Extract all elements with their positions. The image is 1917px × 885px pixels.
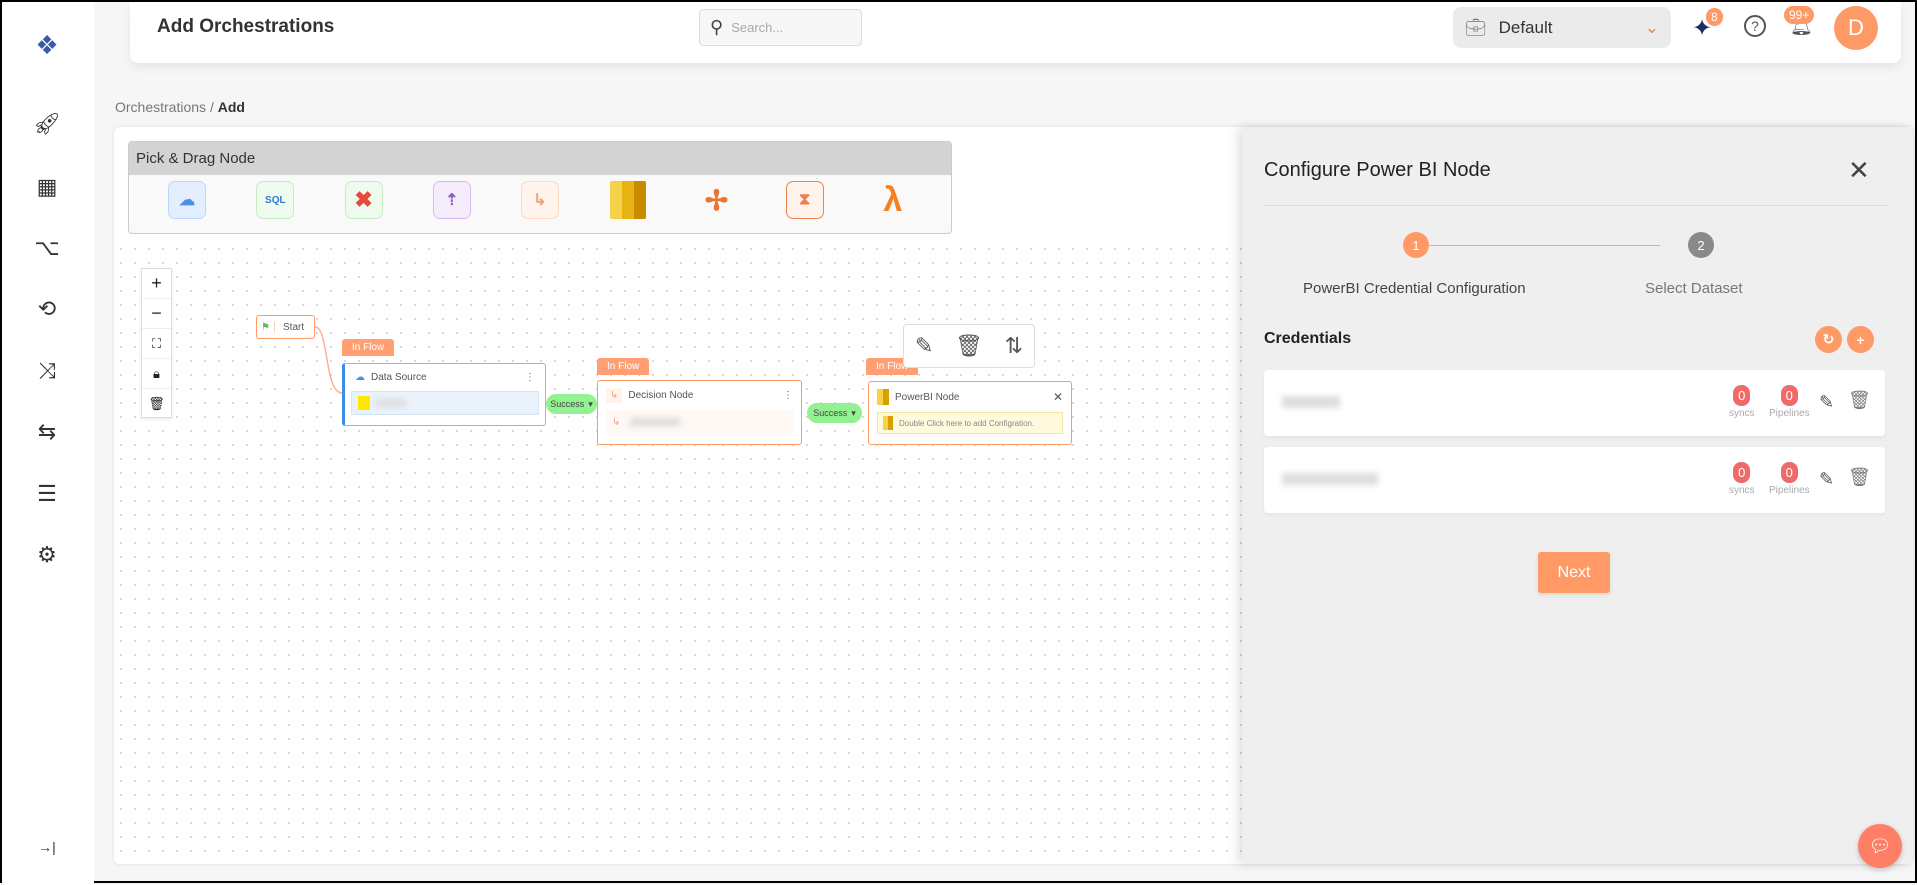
search-input[interactable]: ⚲ Search... (699, 9, 862, 46)
dashboard-icon[interactable]: ▦ (32, 172, 62, 202)
header: Add Orchestrations ⚲ Search... 💼︎ Defaul… (130, 2, 1901, 63)
stepper-line (1420, 245, 1660, 246)
start-label: Start (283, 321, 305, 333)
close-icon[interactable]: ✕ (1053, 390, 1063, 404)
more-icon[interactable]: ⋮ (525, 372, 535, 383)
syncs-count: 0 (1733, 462, 1751, 483)
help-icon[interactable]: ? (1744, 15, 1766, 37)
step-1[interactable]: 1 (1403, 232, 1429, 258)
list-icon[interactable]: ☰ (32, 479, 62, 509)
panel-title: Configure Power BI Node (1264, 159, 1491, 181)
briefcase-icon: 💼︎ (1465, 17, 1487, 37)
edit-icon[interactable]: ✎ (915, 333, 933, 359)
refresh-button[interactable]: ↻ (1815, 326, 1842, 353)
credentials-heading: Credentials (1264, 330, 1352, 347)
avatar[interactable]: D (1834, 6, 1878, 50)
search-placeholder: Search... (731, 20, 784, 35)
orchestration-editor: Pick & Drag Node ☁ SQL ✖ ⇡ ↳ ✢ ⧗ λ + − ⛶… (114, 127, 1913, 864)
syncs-count: 0 (1733, 385, 1751, 406)
sync-icon[interactable]: ⟲ (32, 294, 62, 324)
ai-badge: 8 (1706, 8, 1723, 26)
sidebar: ❖ 🚀︎ ▦ ⌥ ⟲ ⤨ ⇆ ☰ ⚙ →| (2, 2, 94, 885)
next-button[interactable]: Next (1538, 552, 1610, 593)
decision-node[interactable]: ↳ Decision Node ⋮ ↳ (597, 380, 802, 445)
syncs-label: syncs (1729, 485, 1755, 496)
powerbi-icon (883, 416, 893, 430)
data-source-node[interactable]: ☁ Data Source ⋮ (342, 363, 546, 426)
search-icon: ⚲ (710, 17, 724, 37)
powerbi-icon (877, 389, 889, 405)
success-edge-label[interactable]: Success ▾ (546, 394, 597, 414)
start-node[interactable]: ⚑ Start (256, 315, 315, 339)
workspace-dropdown[interactable]: 💼︎ Default ⌄ (1453, 7, 1671, 48)
swap-icon[interactable]: ⇅ (1005, 333, 1023, 359)
pipelines-count: 0 (1780, 385, 1798, 406)
configure-panel: Configure Power BI Node ✕ 1 2 PowerBI Cr… (1242, 127, 1913, 864)
trash-icon[interactable]: 🗑︎ (1848, 467, 1871, 488)
node-title: PowerBI Node (895, 391, 960, 403)
notification-badge: 99+ (1784, 6, 1815, 24)
chat-button[interactable]: 💬︎ (1858, 824, 1902, 868)
credential-card[interactable]: 0 syncs 0 Pipelines ✎ 🗑︎ (1264, 447, 1885, 513)
breadcrumb-parent[interactable]: Orchestrations (115, 99, 206, 115)
edit-icon[interactable]: ✎ (1819, 392, 1834, 413)
syncs-label: syncs (1729, 408, 1755, 419)
success-edge-label[interactable]: Success ▾ (807, 403, 862, 423)
orchestration-icon[interactable]: ⇆ (32, 417, 62, 447)
workspace-value: Default (1498, 17, 1553, 37)
delete-icon[interactable]: 🗑︎ (955, 333, 983, 359)
step-2[interactable]: 2 (1688, 232, 1714, 258)
rocket-icon[interactable]: 🚀︎ (32, 109, 62, 139)
pipelines-label: Pipelines (1769, 485, 1810, 496)
pipeline-icon[interactable]: ⌥ (32, 233, 62, 263)
config-hint: Double Click here to add Configration. (899, 418, 1035, 428)
trash-icon[interactable]: 🗑︎ (1848, 390, 1871, 411)
edge-label-text: Success (813, 408, 848, 418)
close-icon[interactable]: ✕ (1848, 155, 1870, 186)
more-icon[interactable]: ⋮ (783, 390, 793, 401)
node-title: Data Source (371, 372, 427, 383)
transform-icon[interactable]: ⤨ (32, 356, 62, 386)
in-flow-tag: In Flow (342, 339, 395, 356)
pipelines-count: 0 (1780, 462, 1798, 483)
powerbi-node[interactable]: PowerBI Node ✕ Double Click here to add C… (868, 381, 1072, 445)
divider (1264, 205, 1888, 206)
node-title: Decision Node (628, 390, 694, 401)
flag-icon: ⚑ (257, 321, 275, 333)
edge-lines (314, 326, 343, 394)
node-toolbar: ✎ 🗑︎ ⇅ (903, 324, 1035, 368)
page-title: Add Orchestrations (157, 16, 335, 37)
data-source-icon: ☁ (355, 372, 365, 383)
settings-icon[interactable]: ⚙ (32, 540, 62, 570)
snowflake-icon (358, 396, 370, 410)
breadcrumb: Orchestrations / Add (115, 99, 245, 115)
credential-card[interactable]: 0 syncs 0 Pipelines ✎ 🗑︎ (1264, 370, 1885, 436)
ai-sparkle-button[interactable]: ✦ 8 (1692, 8, 1723, 43)
breadcrumb-separator: / (209, 99, 214, 115)
step-1-label: PowerBI Credential Configuration (1303, 280, 1526, 297)
caret-down-icon: ▾ (588, 398, 593, 409)
pipelines-label: Pipelines (1769, 408, 1810, 419)
chevron-down-icon: ⌄ (1644, 17, 1659, 37)
in-flow-tag: In Flow (597, 358, 650, 375)
bell-icon[interactable]: 🔔︎ 99+ (1784, 6, 1815, 37)
step-2-label: Select Dataset (1645, 280, 1743, 297)
caret-down-icon: ▾ (851, 407, 856, 418)
edit-icon[interactable]: ✎ (1819, 469, 1834, 490)
edge-label-text: Success (550, 399, 585, 409)
collapse-icon[interactable]: →| (32, 832, 62, 862)
decision-icon: ↳ (606, 388, 623, 403)
add-credential-button[interactable]: + (1847, 326, 1874, 353)
logo-icon[interactable]: ❖ (32, 30, 62, 60)
breadcrumb-current: Add (217, 99, 245, 115)
